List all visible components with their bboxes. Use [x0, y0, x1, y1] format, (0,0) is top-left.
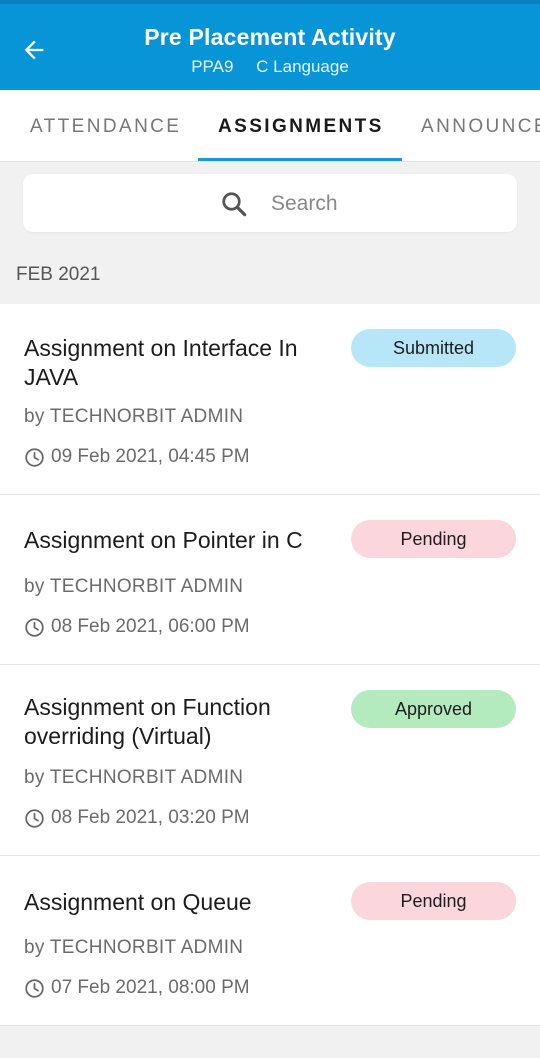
search-bar[interactable]: Search [23, 174, 517, 232]
tab-assignments[interactable]: ASSIGNMENTS [218, 116, 384, 138]
class-code: PPA9 [191, 57, 234, 76]
tab-attendance[interactable]: ATTENDANCE [30, 116, 181, 138]
status-badge: Approved [351, 690, 516, 728]
assignment-card[interactable]: Assignment on Interface In JAVA Submitte… [0, 304, 540, 495]
assignment-card[interactable]: Assignment on Pointer in C Pending by TE… [0, 495, 540, 665]
app-bar: Pre Placement Activity PPA9 C Language [0, 0, 540, 90]
clock-icon [25, 808, 44, 828]
header-titles: Pre Placement Activity PPA9 C Language [0, 24, 540, 77]
assignment-time: 08 Feb 2021, 06:00 PM [24, 616, 250, 638]
month-section-label: FEB 2021 [16, 264, 101, 285]
subject-name: C Language [256, 57, 349, 76]
assignment-author: by TECHNORBIT ADMIN [24, 767, 244, 788]
assignment-card[interactable]: Assignment on Function overriding (Virtu… [0, 665, 540, 856]
assignment-time: 09 Feb 2021, 04:45 PM [24, 446, 250, 468]
clock-icon [25, 447, 44, 467]
status-badge: Pending [351, 520, 516, 558]
assignment-author: by TECHNORBIT ADMIN [24, 937, 244, 958]
assignment-title: Assignment on Pointer in C [24, 527, 303, 553]
search-icon [222, 192, 247, 217]
assignment-title: Assignment on Queue [24, 889, 252, 915]
status-badge: Pending [351, 882, 516, 920]
assignment-time: 08 Feb 2021, 03:20 PM [24, 807, 250, 829]
assignment-time: 07 Feb 2021, 08:00 PM [24, 977, 250, 999]
assignment-datetime: 07 Feb 2021, 08:00 PM [51, 977, 250, 998]
page-subtitle: PPA9 C Language [0, 57, 540, 77]
assignment-datetime: 09 Feb 2021, 04:45 PM [51, 446, 250, 467]
assignment-datetime: 08 Feb 2021, 03:20 PM [51, 807, 250, 828]
tab-announcements[interactable]: ANNOUNCEMENTS [421, 116, 540, 138]
clock-icon [25, 617, 44, 637]
status-badge: Submitted [351, 329, 516, 367]
tab-active-indicator [198, 158, 402, 161]
assignment-title: Assignment on Interface In JAVA [24, 335, 298, 390]
search-placeholder: Search [271, 192, 338, 215]
clock-icon [25, 978, 44, 998]
assignment-author: by TECHNORBIT ADMIN [24, 406, 244, 427]
assignment-author: by TECHNORBIT ADMIN [24, 576, 244, 597]
assignment-datetime: 08 Feb 2021, 06:00 PM [51, 616, 250, 637]
assignment-card[interactable]: Assignment on Queue Pending by TECHNORBI… [0, 856, 540, 1026]
assignment-title: Assignment on Function overriding (Virtu… [24, 694, 271, 749]
page-title: Pre Placement Activity [144, 24, 396, 50]
tab-bar: ATTENDANCE ASSIGNMENTS ANNOUNCEMENTS [0, 90, 540, 162]
